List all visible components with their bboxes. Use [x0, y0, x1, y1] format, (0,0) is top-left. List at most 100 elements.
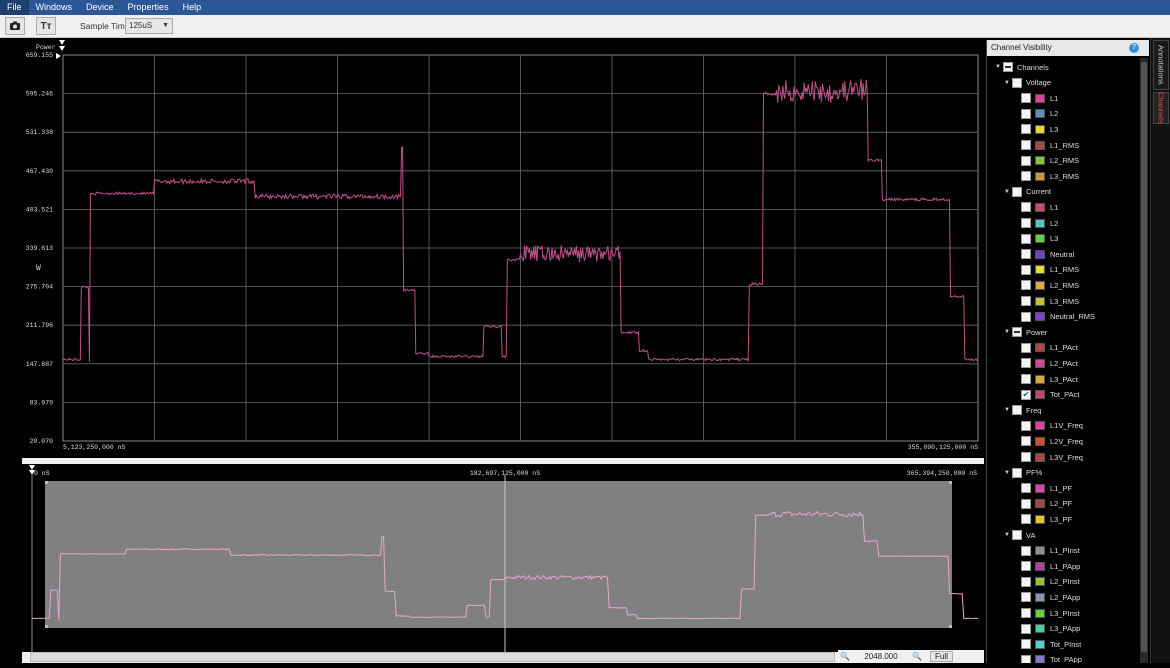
menu-device[interactable]: Device: [79, 0, 121, 15]
tree-channel-item[interactable]: L1_RMS: [1021, 138, 1079, 152]
tree-channel-item[interactable]: L2: [1021, 216, 1058, 230]
overview-selection[interactable]: [45, 481, 952, 628]
channel-checkbox[interactable]: [1021, 108, 1031, 119]
tree-channel-item[interactable]: L1_PAct: [1021, 341, 1078, 355]
chart-separator[interactable]: [22, 458, 984, 464]
zoom-value[interactable]: 2048.000: [852, 652, 910, 661]
overview-handle-tr[interactable]: [949, 481, 952, 484]
sidebar-scrollbar[interactable]: [1140, 58, 1148, 663]
channel-checkbox[interactable]: [1021, 576, 1031, 587]
zoom-in-icon[interactable]: 🔍: [910, 652, 924, 661]
channel-checkbox[interactable]: [1021, 436, 1031, 447]
channel-checkbox[interactable]: [1021, 311, 1031, 322]
overview-handle-tl[interactable]: [45, 481, 48, 484]
tab-channels[interactable]: Channels: [1153, 92, 1169, 124]
tree-channel-item[interactable]: L3_PF: [1021, 512, 1072, 526]
group-checkbox[interactable]: [1012, 405, 1022, 416]
channel-checkbox[interactable]: [1021, 155, 1031, 166]
sidebar-scrollbar-thumb[interactable]: [1141, 62, 1147, 652]
group-checkbox[interactable]: [1012, 186, 1022, 197]
tree-group-current[interactable]: ▼ Current: [1004, 185, 1051, 199]
tree-root-channels[interactable]: ▼ Channels: [995, 60, 1049, 74]
tree-channel-item[interactable]: L1: [1021, 200, 1058, 214]
channel-checkbox[interactable]: [1021, 545, 1031, 556]
tree-channel-item[interactable]: L3_RMS: [1021, 169, 1079, 183]
channel-checkbox[interactable]: [1021, 171, 1031, 182]
channel-checkbox[interactable]: [1021, 124, 1031, 135]
channel-checkbox[interactable]: [1021, 639, 1031, 650]
expand-toggle-icon[interactable]: ▼: [1004, 407, 1012, 413]
channel-checkbox[interactable]: ✔: [1021, 389, 1031, 400]
channel-checkbox[interactable]: [1021, 374, 1031, 384]
group-checkbox[interactable]: [1012, 77, 1022, 88]
menu-windows[interactable]: Windows: [29, 0, 80, 15]
tree-channel-item[interactable]: ✔ Tot_PAct: [1021, 388, 1079, 402]
expand-toggle-icon[interactable]: ▼: [1004, 80, 1012, 86]
tree-channel-item[interactable]: Neutral: [1021, 247, 1074, 261]
channel-checkbox[interactable]: [1021, 249, 1031, 260]
tree-group-freq[interactable]: ▼ Freq: [1004, 403, 1041, 417]
tree-channel-item[interactable]: Tot_PApp: [1021, 653, 1082, 663]
tree-channel-item[interactable]: L1_RMS: [1021, 263, 1079, 277]
tree-channel-item[interactable]: L3_PApp: [1021, 622, 1080, 636]
tree-channel-item[interactable]: Tot_PInst: [1021, 637, 1081, 651]
channel-checkbox[interactable]: [1021, 342, 1031, 353]
tree-channel-item[interactable]: L1_PInst: [1021, 544, 1080, 558]
overview-handle-br[interactable]: [949, 625, 952, 628]
channel-checkbox[interactable]: [1021, 358, 1031, 369]
tree-channel-item[interactable]: Neutral_RMS: [1021, 310, 1095, 324]
tree-channel-item[interactable]: L2_RMS: [1021, 278, 1079, 292]
text-size-button[interactable]: Tт: [36, 17, 56, 35]
menu-file[interactable]: File: [0, 0, 29, 15]
tree-group-pf[interactable]: ▼ PF%: [1004, 466, 1042, 480]
tab-annotations[interactable]: Annotations: [1153, 40, 1169, 90]
sample-time-select[interactable]: 125uS ▼: [125, 18, 173, 34]
help-icon[interactable]: ?: [1129, 43, 1139, 53]
menu-help[interactable]: Help: [176, 0, 209, 15]
channel-checkbox[interactable]: [1021, 93, 1031, 104]
tree-channel-item[interactable]: L2_RMS: [1021, 154, 1079, 168]
channel-checkbox[interactable]: [1021, 654, 1031, 663]
channel-checkbox[interactable]: [1021, 623, 1031, 634]
tree-channel-item[interactable]: L2_PInst: [1021, 575, 1080, 589]
expand-toggle-icon[interactable]: ▼: [1004, 470, 1012, 476]
overview-handle-bl[interactable]: [45, 625, 48, 628]
tree-group-power[interactable]: ▼ Power: [1004, 325, 1047, 339]
full-button[interactable]: Full: [930, 651, 953, 662]
tree-channel-item[interactable]: L3: [1021, 122, 1058, 136]
tree-channel-item[interactable]: L2_PApp: [1021, 590, 1080, 604]
channel-checkbox[interactable]: [1021, 280, 1031, 291]
horizontal-scrollbar[interactable]: [30, 652, 835, 662]
channel-checkbox[interactable]: [1021, 218, 1031, 228]
screenshot-button[interactable]: [5, 17, 25, 35]
tree-channel-item[interactable]: L2_PF: [1021, 497, 1072, 511]
group-checkbox[interactable]: [1012, 530, 1022, 540]
tree-channel-item[interactable]: L3_PInst: [1021, 606, 1080, 620]
tree-channel-item[interactable]: L2V_Freq: [1021, 434, 1083, 448]
channel-checkbox[interactable]: [1021, 608, 1031, 618]
tree-group-va[interactable]: ▼ VA: [1004, 528, 1035, 542]
tree-channel-item[interactable]: L2: [1021, 107, 1058, 121]
channel-checkbox[interactable]: [1021, 592, 1031, 603]
tree-channel-item[interactable]: L1_PF: [1021, 481, 1072, 495]
channels-checkbox[interactable]: [1003, 62, 1013, 72]
channel-checkbox[interactable]: [1021, 140, 1031, 150]
channel-checkbox[interactable]: [1021, 452, 1031, 462]
expand-toggle-icon[interactable]: ▼: [1004, 189, 1012, 195]
tree-channel-item[interactable]: L3: [1021, 232, 1058, 246]
tree-channel-item[interactable]: L3_RMS: [1021, 294, 1079, 308]
zoom-out-icon[interactable]: 🔍: [838, 652, 852, 661]
channel-checkbox[interactable]: [1021, 514, 1031, 525]
expand-toggle-icon[interactable]: ▼: [995, 64, 1003, 70]
channel-checkbox[interactable]: [1021, 561, 1031, 572]
group-checkbox[interactable]: [1012, 327, 1022, 338]
tree-channel-item[interactable]: L3_PAct: [1021, 372, 1078, 386]
expand-toggle-icon[interactable]: ▼: [1004, 329, 1012, 335]
tree-group-voltage[interactable]: ▼ Voltage: [1004, 76, 1051, 90]
menu-properties[interactable]: Properties: [121, 0, 176, 15]
tree-channel-item[interactable]: L3V_Freq: [1021, 450, 1083, 464]
channel-checkbox[interactable]: [1021, 296, 1031, 306]
channel-checkbox[interactable]: [1021, 264, 1031, 275]
expand-toggle-icon[interactable]: ▼: [1004, 532, 1012, 538]
channel-checkbox[interactable]: [1021, 498, 1031, 509]
